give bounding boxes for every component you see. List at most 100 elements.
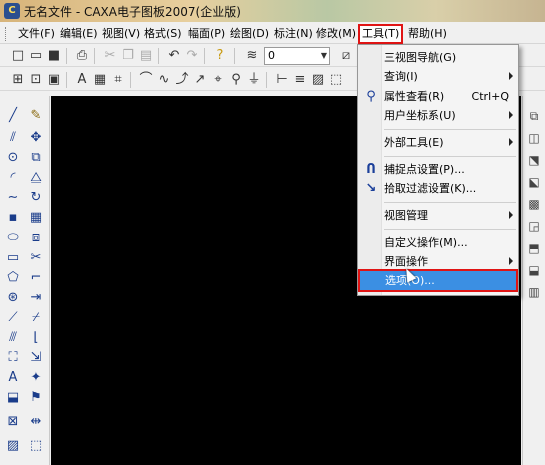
pan-icon[interactable]: ▣: [46, 72, 62, 88]
menu-modify[interactable]: 修改(M): [314, 26, 358, 42]
move-icon[interactable]: ✥: [28, 130, 44, 146]
arc-tool-icon[interactable]: ⌒: [138, 72, 154, 88]
toolbar-separator: [94, 48, 95, 64]
mirror-icon[interactable]: ⧋: [28, 170, 44, 186]
block-icon[interactable]: ⬚: [328, 72, 344, 88]
menu-edit[interactable]: 编辑(E): [58, 26, 100, 42]
line-icon[interactable]: ╱: [5, 108, 21, 124]
extend-icon[interactable]: ⇥: [28, 290, 44, 306]
spline-icon[interactable]: ∼: [5, 190, 21, 206]
menu-item-view-manage[interactable]: 视图管理: [359, 206, 517, 225]
edit-icon[interactable]: ⬚: [28, 438, 44, 454]
hatch-icon[interactable]: ▨: [310, 72, 326, 88]
undo-icon[interactable]: ↶: [166, 48, 182, 64]
insert-block-icon[interactable]: ⊠: [5, 414, 21, 430]
zoom-extents-icon[interactable]: ⊡: [28, 72, 44, 88]
toolbar-separator: [66, 72, 67, 88]
open-folder-icon[interactable]: ▭: [28, 48, 44, 64]
hatch-fill-icon[interactable]: ⛶: [5, 350, 21, 366]
measure-icon[interactable]: ⌖: [210, 72, 226, 88]
trim-icon[interactable]: ✂: [28, 250, 44, 266]
menu-tools[interactable]: 工具(T): [358, 24, 404, 44]
wave-line-icon[interactable]: ∿: [156, 72, 172, 88]
copy-icon[interactable]: ❐: [120, 48, 136, 64]
view-rotate-icon[interactable]: ⬒: [526, 240, 542, 256]
centerline-icon[interactable]: ⊛: [5, 290, 21, 306]
horizontal-dim-icon[interactable]: ⊢: [274, 72, 290, 88]
view-align-icon[interactable]: ⬓: [526, 262, 542, 278]
paste-icon[interactable]: ▤: [138, 48, 154, 64]
view-side-icon[interactable]: ⬔: [526, 152, 542, 168]
menubar-grip[interactable]: [5, 27, 8, 41]
new-file-icon[interactable]: □: [10, 48, 26, 64]
menu-item-user-coords[interactable]: 用户坐标系(U): [359, 106, 517, 125]
menu-item-options[interactable]: 选项(O)...: [358, 269, 518, 292]
view-front-icon[interactable]: ⧉: [526, 108, 542, 124]
lengthen-icon[interactable]: ⇹: [28, 414, 44, 430]
menu-view[interactable]: 视图(V): [100, 26, 142, 42]
text-tool-icon[interactable]: A: [5, 370, 21, 386]
view-scale-icon[interactable]: ▥: [526, 284, 542, 300]
view-iso-icon[interactable]: ⬕: [526, 174, 542, 190]
menu-help[interactable]: 帮助(H): [406, 26, 449, 42]
line-style-icon[interactable]: ⧄: [338, 48, 354, 64]
menu-item-property-inspect[interactable]: ⚲ 属性查看(R) Ctrl+Q: [359, 87, 517, 106]
equidistant-icon[interactable]: ⫻: [5, 330, 21, 346]
scale-icon[interactable]: ⧈: [28, 230, 44, 246]
menu-item-ui-ops[interactable]: 界面操作: [359, 252, 517, 271]
help-icon[interactable]: ?: [212, 48, 228, 64]
polygon-icon[interactable]: ⬠: [5, 270, 21, 286]
copy-objects-icon[interactable]: ⧉: [28, 150, 44, 166]
menu-item-snap-settings[interactable]: Ո 捕捉点设置(P)...: [359, 160, 517, 179]
menu-sheet[interactable]: 幅面(P): [186, 26, 227, 42]
menu-item-query[interactable]: 查询(I): [359, 67, 517, 86]
arrow-icon[interactable]: ↗: [192, 72, 208, 88]
image-icon[interactable]: ▨: [5, 438, 21, 454]
ellipse-icon[interactable]: ⬭: [5, 230, 21, 246]
menu-item-external-tools[interactable]: 外部工具(E): [359, 133, 517, 152]
layer-icon[interactable]: ≋: [244, 48, 260, 64]
point-icon[interactable]: ▪: [5, 210, 21, 226]
save-icon[interactable]: ■: [46, 48, 62, 64]
pencil-icon[interactable]: ✎: [28, 108, 44, 124]
zoom-window-icon[interactable]: ⊞: [10, 72, 26, 88]
redo-icon[interactable]: ↷: [184, 48, 200, 64]
circle-icon[interactable]: ⊙: [5, 150, 21, 166]
print-icon[interactable]: ⎙: [74, 48, 90, 64]
layer-value: 0: [268, 49, 275, 62]
menu-file[interactable]: 文件(F): [16, 26, 57, 42]
view-section-icon[interactable]: ▩: [526, 196, 542, 212]
view-top-icon[interactable]: ◫: [526, 130, 542, 146]
polyline-icon[interactable]: ⟋: [5, 310, 21, 326]
caxa-app-icon[interactable]: C: [4, 3, 20, 19]
format-brush-icon[interactable]: ⚑: [28, 390, 44, 406]
parallel-line-icon[interactable]: ⫽: [5, 130, 21, 146]
symbol-icon[interactable]: ⏚: [246, 72, 262, 88]
cut-icon[interactable]: ✂: [102, 48, 118, 64]
menu-item-pick-filter[interactable]: ↘ 拾取过滤设置(K)...: [359, 179, 517, 198]
block-tool-icon[interactable]: ⬓: [5, 390, 21, 406]
text-icon[interactable]: A: [74, 72, 90, 88]
table-icon[interactable]: ▦: [92, 72, 108, 88]
layer-select[interactable]: 0 ▼: [264, 47, 330, 65]
arc-icon[interactable]: ◜: [5, 170, 21, 186]
menu-item-custom-ops[interactable]: 自定义操作(M)...: [359, 233, 517, 252]
dimension-icon[interactable]: ⌗: [110, 72, 126, 88]
menu-draw[interactable]: 绘图(D): [228, 26, 271, 42]
menu-dimension[interactable]: 标注(N): [272, 26, 315, 42]
break-icon[interactable]: ⌿: [28, 310, 44, 326]
view-detail-icon[interactable]: ◲: [526, 218, 542, 234]
menu-format[interactable]: 格式(S): [142, 26, 184, 42]
stretch-icon[interactable]: ⇲: [28, 350, 44, 366]
rectangle-icon[interactable]: ▭: [5, 250, 21, 266]
weld-icon[interactable]: ⚲: [228, 72, 244, 88]
rotate-icon[interactable]: ↻: [28, 190, 44, 206]
menu-item-3view-nav[interactable]: 三视图导航(G): [359, 48, 517, 67]
align-icon[interactable]: ≡: [292, 72, 308, 88]
fillet-icon[interactable]: ⌐: [28, 270, 44, 286]
explode-icon[interactable]: ✦: [28, 370, 44, 386]
array-icon[interactable]: ▦: [28, 210, 44, 226]
curve-icon[interactable]: ⤴: [174, 72, 190, 88]
menu-item-label: 用户坐标系(U): [384, 109, 456, 122]
chamfer-icon[interactable]: ⌊: [28, 330, 44, 346]
